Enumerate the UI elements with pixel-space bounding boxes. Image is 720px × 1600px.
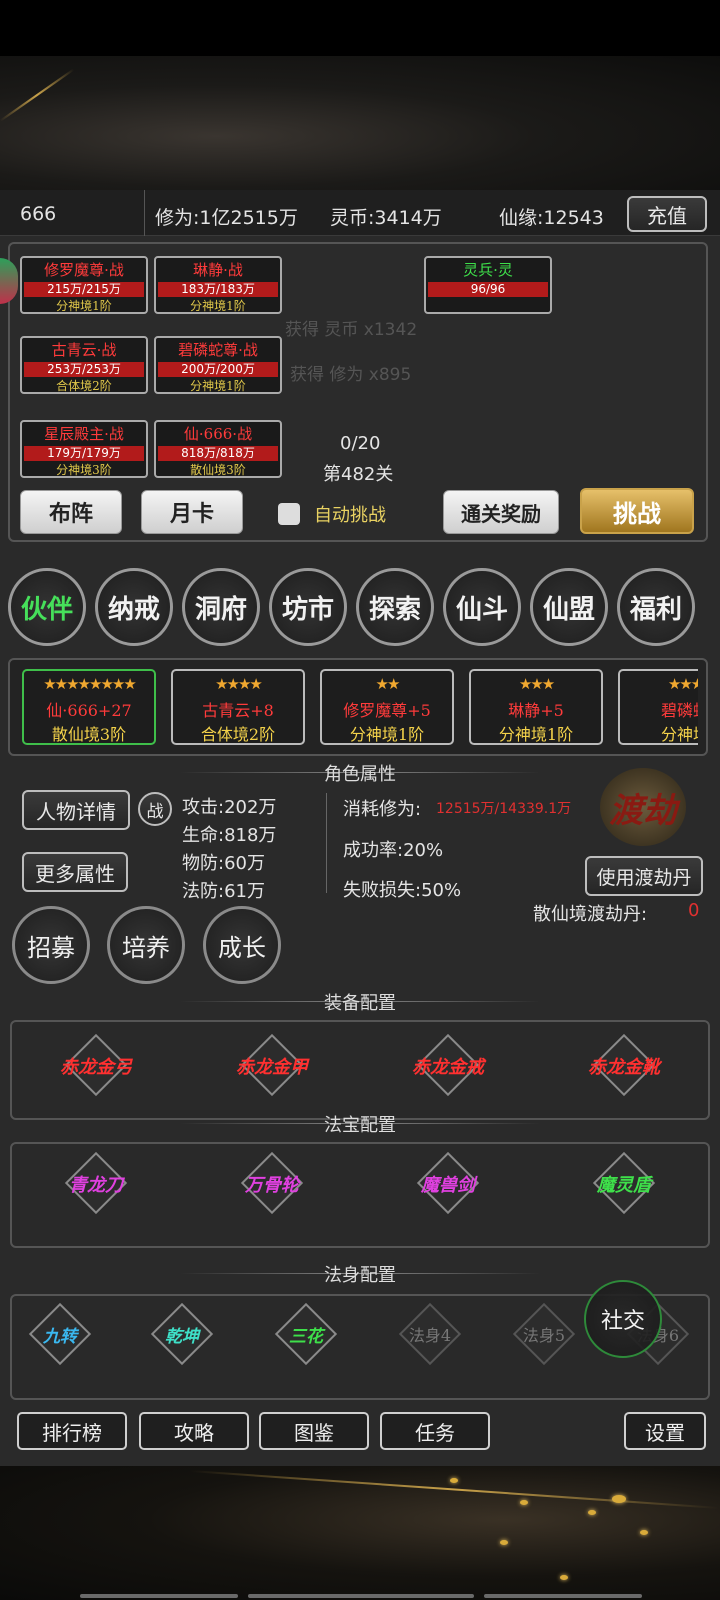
ally-card[interactable]: 星辰殿主·战 179万/179万 分神境3阶 [20, 420, 148, 478]
xianyuan-value: 仙缘:12543 [499, 207, 604, 229]
equip-slot[interactable]: 赤龙金甲 [212, 1033, 332, 1097]
ally-card[interactable]: 琳静·战 183万/183万 分神境1阶 [154, 256, 282, 314]
section-title-equipment: 装备配置 [324, 993, 396, 1014]
growth-button[interactable]: 成长 [203, 906, 281, 984]
auto-challenge-checkbox[interactable] [278, 503, 300, 525]
body-slot[interactable]: 九转 [0, 1302, 120, 1366]
partner-card[interactable]: ★★★★★★★★ 仙·666+27 散仙境3阶 [22, 669, 156, 745]
cost-value: 12515万/14339.1万 [436, 801, 572, 817]
battle-log-line: 获得 灵币 x1342 [285, 320, 418, 340]
enemy-card[interactable]: 灵兵·灵 96/96 [424, 256, 552, 314]
clear-reward-button[interactable]: 通关奖励 [443, 490, 559, 534]
nav-cave[interactable]: 洞府 [182, 568, 260, 646]
body-slot[interactable]: 法身4 [370, 1302, 490, 1366]
mdef-stat: 法防:61万 [182, 881, 265, 902]
section-title-treasure: 法宝配置 [324, 1115, 396, 1136]
home-indicator [248, 1594, 474, 1598]
more-attributes-button[interactable]: 更多属性 [22, 852, 128, 892]
hp-stat: 生命:818万 [182, 825, 277, 846]
recruit-button[interactable]: 招募 [12, 906, 90, 984]
treasure-slot[interactable]: 青龙刀 [36, 1151, 156, 1215]
home-indicator [80, 1594, 238, 1598]
equip-slot[interactable]: 赤龙金靴 [564, 1033, 684, 1097]
auto-challenge-label: 自动挑战 [314, 505, 386, 526]
battle-tag-button[interactable]: 战 [138, 792, 172, 826]
tribulation-label: 渡劫 [609, 790, 677, 831]
pill-count-label: 散仙境渡劫丹: [533, 904, 648, 925]
cultivate-button[interactable]: 培养 [107, 906, 185, 984]
success-rate: 成功率:20% [343, 840, 444, 861]
guide-button[interactable]: 攻略 [139, 1412, 249, 1450]
cost-label: 消耗修为: [343, 799, 422, 820]
challenge-button[interactable]: 挑战 [580, 488, 694, 534]
recharge-button[interactable]: 充值 [627, 196, 707, 232]
treasure-slot[interactable]: 魔灵盾 [564, 1151, 684, 1215]
tribulation-button[interactable]: 渡劫 [600, 768, 686, 846]
pill-count-value: 0 [688, 900, 700, 921]
ranking-button[interactable]: 排行榜 [17, 1412, 127, 1450]
body-slot[interactable]: 乾坤 [122, 1302, 242, 1366]
battle-log-line: 获得 修为 x895 [290, 365, 412, 385]
formation-button[interactable]: 布阵 [20, 490, 122, 534]
treasure-slot[interactable]: 万骨轮 [212, 1151, 332, 1215]
nav-welfare[interactable]: 福利 [617, 568, 695, 646]
nav-pvp[interactable]: 仙斗 [443, 568, 521, 646]
nav-ring[interactable]: 纳戒 [95, 568, 173, 646]
equip-slot[interactable]: 赤龙金弓 [36, 1033, 156, 1097]
stage-number: 第482关 [323, 464, 394, 485]
nav-alliance[interactable]: 仙盟 [530, 568, 608, 646]
pdef-stat: 物防:60万 [182, 853, 265, 874]
wave-progress: 0/20 [340, 433, 381, 454]
ally-card[interactable]: 修罗魔尊·战 215万/215万 分神境1阶 [20, 256, 148, 314]
nav-partner[interactable]: 伙伴 [8, 568, 86, 646]
partner-card[interactable]: ★★★★ 古青云+8 合体境2阶 [171, 669, 305, 745]
lingbi-value: 灵币:3414万 [330, 207, 442, 229]
player-id: 666 [20, 203, 57, 225]
top-background [0, 56, 720, 190]
use-tribulation-pill-button[interactable]: 使用渡劫丹 [585, 856, 703, 896]
body-slot[interactable]: 三花 [246, 1302, 366, 1366]
xiuwei-value: 修为:1亿2515万 [155, 207, 298, 229]
partner-card[interactable]: ★★★碧磷蛇分神境 [618, 669, 698, 745]
settings-button[interactable]: 设置 [624, 1412, 706, 1450]
treasure-slot[interactable]: 魔兽剑 [388, 1151, 508, 1215]
partner-card[interactable]: ★★ 修罗魔尊+5 分神境1阶 [320, 669, 454, 745]
nav-market[interactable]: 坊市 [269, 568, 347, 646]
home-indicator [484, 1594, 642, 1598]
fail-loss: 失败损失:50% [343, 880, 462, 901]
player-card[interactable]: 仙·666·战 818万/818万 散仙境3阶 [154, 420, 282, 478]
equip-slot[interactable]: 赤龙金戒 [388, 1033, 508, 1097]
social-button[interactable]: 社交 [584, 1280, 662, 1358]
monthcard-button[interactable]: 月卡 [141, 490, 243, 534]
ally-card[interactable]: 碧磷蛇尊·战 200万/200万 分神境1阶 [154, 336, 282, 394]
atlas-button[interactable]: 图鉴 [259, 1412, 369, 1450]
partner-card[interactable]: ★★★ 琳静+5 分神境1阶 [469, 669, 603, 745]
character-detail-button[interactable]: 人物详情 [22, 790, 130, 830]
task-button[interactable]: 任务 [380, 1412, 490, 1450]
nav-explore[interactable]: 探索 [356, 568, 434, 646]
ally-card[interactable]: 古青云·战 253万/253万 合体境2阶 [20, 336, 148, 394]
attack-stat: 攻击:202万 [182, 797, 277, 818]
bottom-background [0, 1466, 720, 1600]
